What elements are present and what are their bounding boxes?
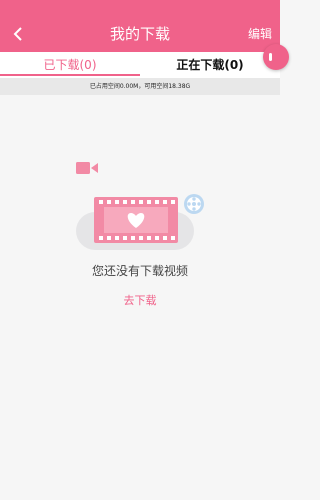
floating-button-icon bbox=[269, 53, 272, 61]
film-reel-icon bbox=[184, 194, 204, 214]
floating-side-button[interactable] bbox=[263, 44, 289, 70]
empty-illustration bbox=[70, 155, 210, 255]
empty-message: 您还没有下载视频 bbox=[91, 264, 188, 278]
active-tab-indicator bbox=[0, 74, 140, 76]
tab-downloading[interactable]: 正在下载(0) bbox=[140, 52, 280, 78]
storage-info: 已占用空间0.00M，可用空间18.38G bbox=[0, 78, 280, 95]
video-camera-icon bbox=[76, 162, 98, 174]
go-download-link[interactable]: 去下载 bbox=[0, 292, 280, 308]
edit-button[interactable]: 编辑 bbox=[248, 26, 272, 42]
page-title: 我的下载 bbox=[109, 25, 170, 43]
film-strip-icon bbox=[94, 197, 178, 243]
